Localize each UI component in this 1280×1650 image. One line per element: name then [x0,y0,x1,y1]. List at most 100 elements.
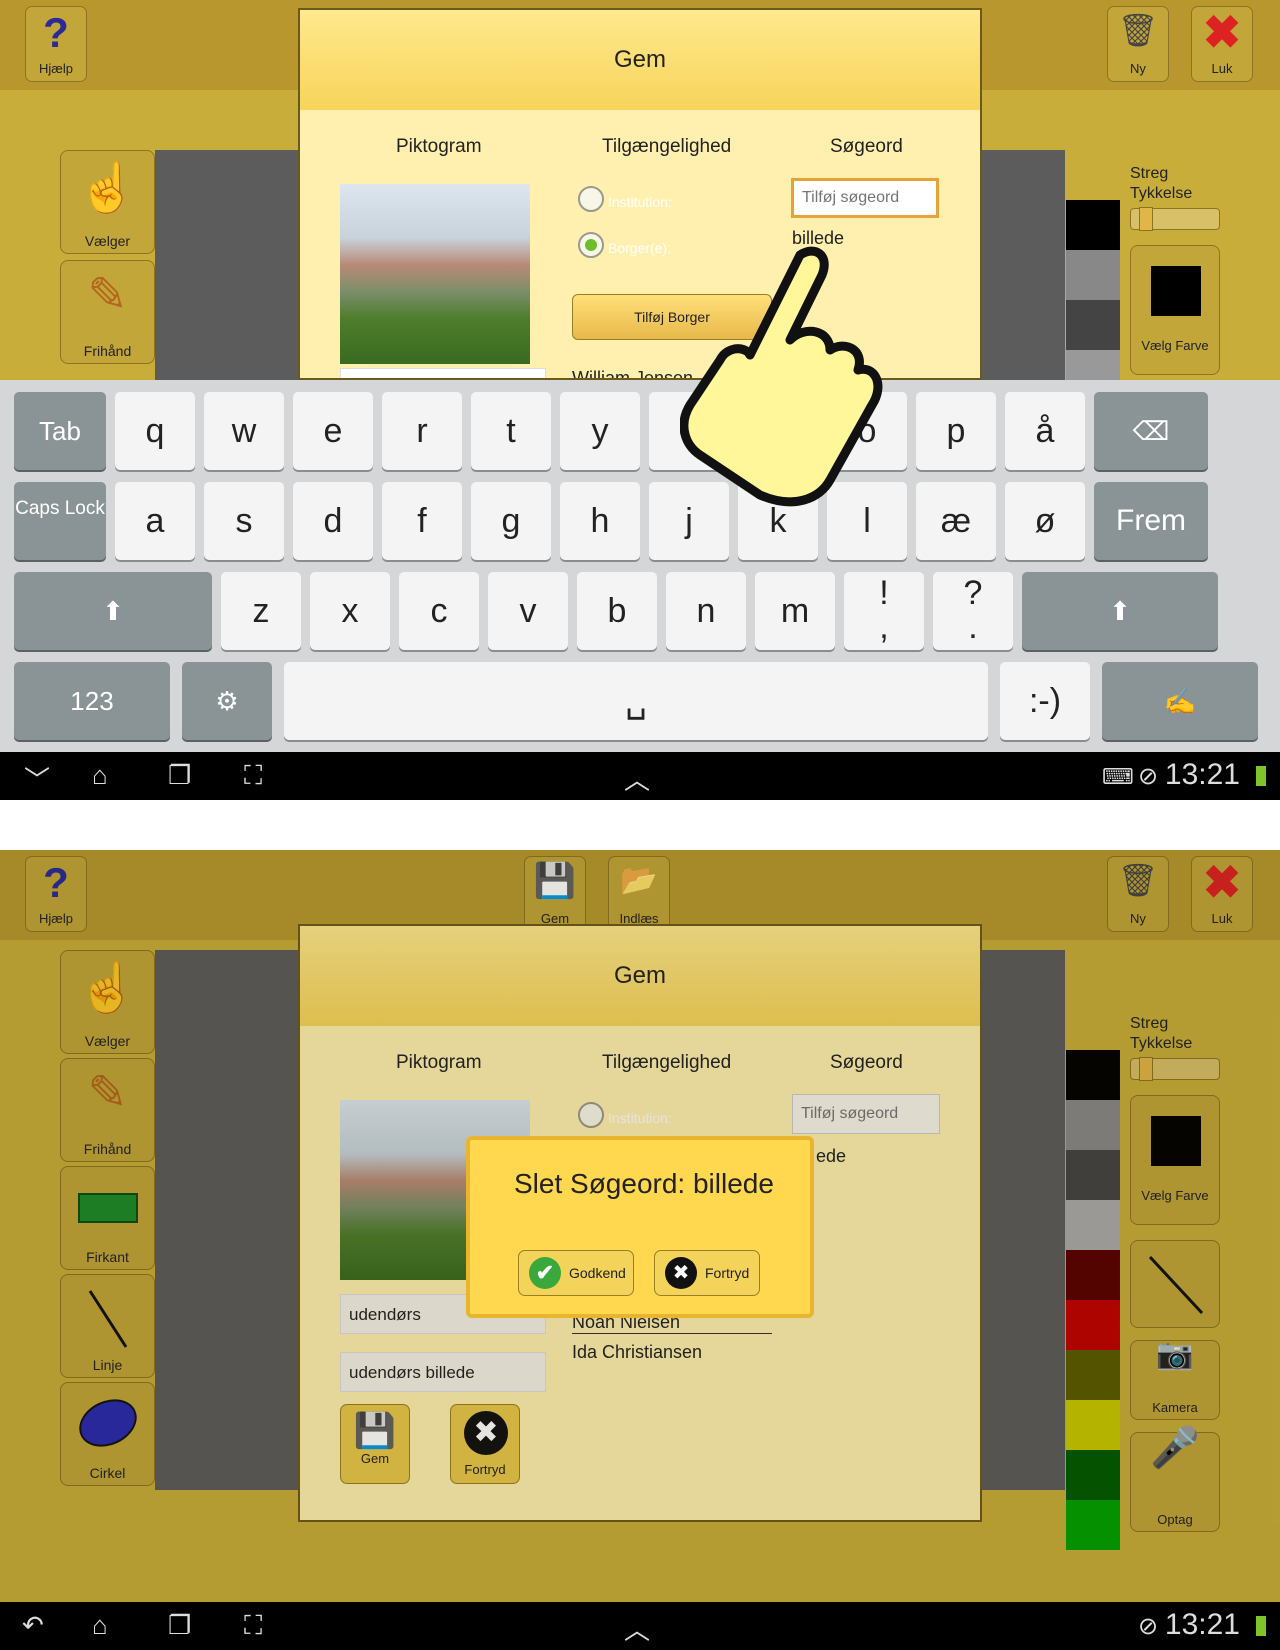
key-1-1[interactable]: a [115,482,195,560]
chevron-up-icon[interactable]: ︿ [624,760,650,797]
citizen-item: William Jensen [572,368,694,380]
key-1-4[interactable]: f [382,482,462,560]
title-field[interactable] [340,368,546,378]
battery-icon [1256,1616,1266,1636]
key-0-12[interactable]: ⌫ [1094,392,1208,470]
key-1-0[interactable]: Caps Lock [14,482,106,560]
key-2-8[interactable]: ! , [844,572,924,650]
hand-pointer-icon: ☝ [77,162,138,215]
sync-status-icon: ⊘ [1138,1613,1159,1640]
key-0-2[interactable]: w [204,392,284,470]
tool-select-label: Vælger [84,233,131,249]
recent-apps-icon[interactable]: ❐ [168,760,191,791]
cancel-confirm-label: Fortryd [705,1265,750,1281]
key-0-10[interactable]: p [916,392,996,470]
chevron-down-icon[interactable]: ﹀ [24,760,50,797]
battery-icon [1256,766,1266,786]
key-1-12[interactable]: Frem [1094,482,1208,560]
cancel-confirm-button[interactable]: ✖ Fortryd [654,1250,760,1296]
key-3-4[interactable]: ✍ [1102,662,1258,740]
key-1-3[interactable]: d [293,482,373,560]
back-icon[interactable]: ↶ [22,1610,44,1641]
pictogram-image [340,184,530,364]
key-2-2[interactable]: x [310,572,390,650]
pencil-icon: ✎ [87,269,128,322]
tool-select[interactable]: ☝ Vælger [60,150,155,254]
key-1-10[interactable]: æ [916,482,996,560]
new-button[interactable]: 🗑 Ny [1107,6,1169,82]
android-nav-bar: ↶ ⌂ ❐ ⛶ ︿ ⊘ 13:21 [0,1602,1280,1650]
close-icon: ✖ [1202,6,1242,58]
key-0-3[interactable]: e [293,392,373,470]
question-icon: ? [43,9,69,56]
current-color-swatch [1151,266,1201,316]
color-swatch-black[interactable] [1066,200,1120,250]
help-button[interactable]: ? Hjælp [25,6,87,82]
sync-status-icon: ⊘ [1138,763,1159,790]
pick-color-button[interactable]: Vælg Farve [1130,245,1220,375]
radio-citizen[interactable] [578,232,604,258]
home-icon[interactable]: ⌂ [92,1610,108,1641]
trash-icon: 🗑 [1117,12,1159,48]
key-0-11[interactable]: å [1005,392,1085,470]
key-2-3[interactable]: c [399,572,479,650]
clock: 13:21 [1164,758,1240,791]
close-button[interactable]: ✖ Luk [1191,6,1253,82]
home-icon[interactable]: ⌂ [92,760,108,791]
tap-gesture-hand-icon [680,246,883,507]
screenshot-icon[interactable]: ⛶ [244,1610,262,1642]
bottom-screen: ? Hjælp 💾 Gem 📂 Indlæs 🗑 Ny ✖ Luk ☝ Vælg… [0,850,1280,1650]
key-1-2[interactable]: s [204,482,284,560]
key-2-0[interactable]: ⬆ [14,572,212,650]
key-0-6[interactable]: y [560,392,640,470]
key-0-4[interactable]: r [382,392,462,470]
key-2-10[interactable]: ⬆ [1022,572,1218,650]
approve-button[interactable]: ✔ Godkend [518,1250,634,1296]
keyword-input[interactable] [791,178,939,218]
new-label: Ny [1130,61,1146,76]
recent-apps-icon[interactable]: ❐ [168,1610,191,1641]
key-3-3[interactable]: :-) [1000,662,1090,740]
tool-freehand-label: Frihånd [83,343,132,359]
help-label: Hjælp [39,61,73,76]
confirm-delete-dialog: Slet Søgeord: billede ✔ Godkend ✖ Fortry… [466,1136,814,1318]
android-nav-bar: ﹀ ⌂ ❐ ⛶ ︿ ⌨ ⊘ 13:21 [0,752,1280,800]
key-2-4[interactable]: v [488,572,568,650]
tool-freehand[interactable]: ✎ Frihånd [60,260,155,364]
key-2-5[interactable]: b [577,572,657,650]
key-0-1[interactable]: q [115,392,195,470]
checkmark-icon: ✔ [529,1257,561,1289]
top-screen: ? Hjælp 🗑 Ny ✖ Luk ☝ Vælger ✎ Frihånd St… [0,0,1280,800]
stroke-width-label: Streg Tykkelse [1130,165,1193,202]
key-3-1[interactable]: ⚙ [182,662,272,740]
key-2-9[interactable]: ? . [933,572,1013,650]
key-3-0[interactable]: 123 [14,662,170,740]
color-swatch-darkgray[interactable] [1066,300,1120,350]
key-0-0[interactable]: Tab [14,392,106,470]
stroke-width-slider[interactable] [1130,207,1220,231]
key-2-7[interactable]: m [755,572,835,650]
on-screen-keyboard: Tabqwertyuiopå⌫Caps LockasdfghjklæøFrem⬆… [0,380,1280,752]
key-1-11[interactable]: ø [1005,482,1085,560]
col-availability-header: Tilgængelighed [602,136,732,157]
key-1-5[interactable]: g [471,482,551,560]
key-0-5[interactable]: t [471,392,551,470]
approve-label: Godkend [569,1265,626,1281]
key-1-6[interactable]: h [560,482,640,560]
color-swatch-lightgray[interactable] [1066,350,1120,380]
slider-handle[interactable] [1139,207,1153,231]
clock: 13:21 [1164,1608,1240,1641]
key-2-1[interactable]: z [221,572,301,650]
dialog-title: Gem [300,10,980,110]
key-3-2[interactable]: ␣ [284,662,988,740]
close-label: Luk [1211,61,1233,76]
radio-institution[interactable] [578,186,604,212]
chevron-up-icon[interactable]: ︿ [624,1610,650,1647]
keyboard-status-icon: ⌨ [1102,764,1134,789]
color-swatch-gray[interactable] [1066,250,1120,300]
col-keywords-header: Søgeord [830,136,903,157]
col-pictogram-header: Piktogram [396,136,482,157]
cancel-x-icon: ✖ [665,1257,697,1289]
key-2-6[interactable]: n [666,572,746,650]
screenshot-icon[interactable]: ⛶ [244,760,262,792]
